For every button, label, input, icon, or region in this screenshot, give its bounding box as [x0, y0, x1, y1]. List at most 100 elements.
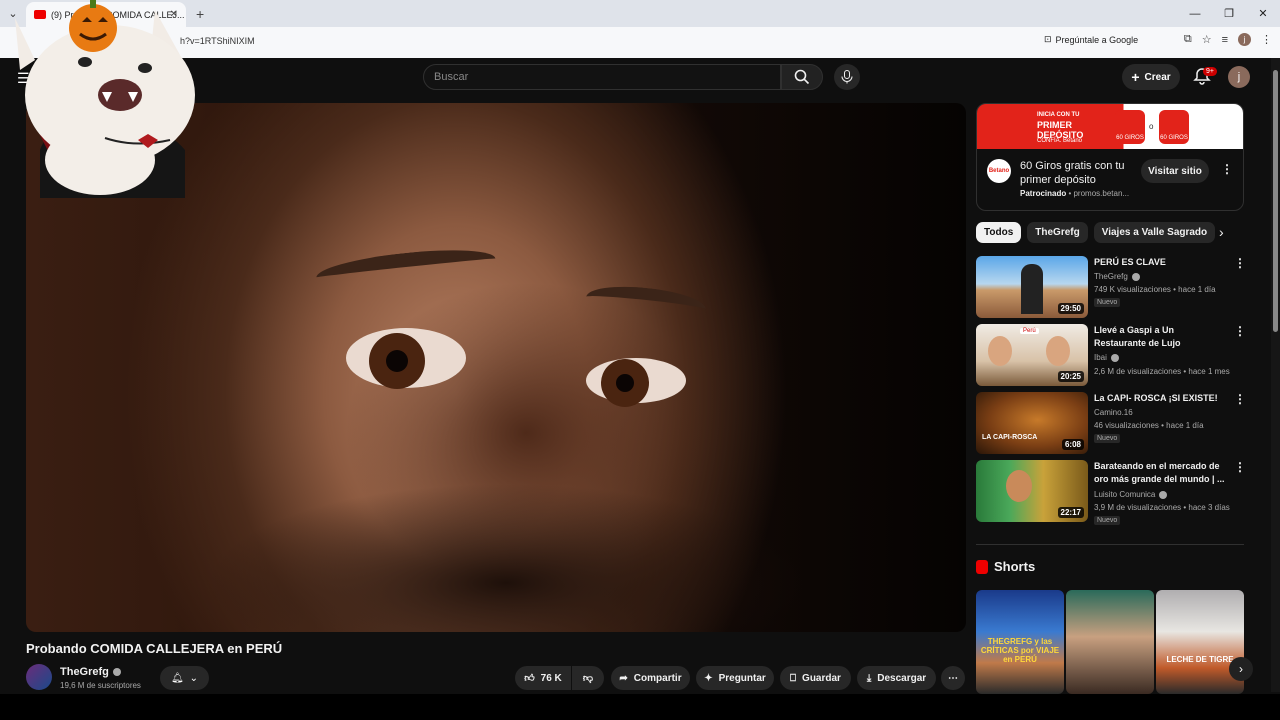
- chips-next-chevron-icon[interactable]: ›: [1219, 224, 1224, 240]
- bottom-bar: [0, 694, 1280, 720]
- ad-menu-icon[interactable]: ⋮: [1221, 162, 1233, 176]
- shorts-title: Shorts: [994, 559, 1036, 574]
- restore-icon[interactable]: ❐: [1212, 0, 1246, 27]
- video-menu-icon[interactable]: ⋮: [1234, 392, 1246, 406]
- video-frame-pupil: [616, 374, 634, 392]
- notifications-badge: 9+: [1203, 67, 1217, 76]
- ad-banner[interactable]: INICIA CON TU PRIMER DEPÓSITO CONFÍA. Be…: [977, 104, 1243, 149]
- thumbs-down-icon: 👎︎: [582, 673, 594, 684]
- chevron-down-icon: ⌄: [189, 672, 199, 684]
- bookmark-star-icon[interactable]: ☆: [1202, 33, 1212, 46]
- channel-name[interactable]: TheGrefg: [60, 666, 109, 678]
- video-meta: 3,9 M de visualizaciones • hace 3 días: [1094, 503, 1230, 512]
- chip-viajes[interactable]: Viajes a Valle Sagrado: [1093, 222, 1216, 243]
- short-caption: THEGREFG y las CRÍTICAS por VIAJE en PER…: [980, 637, 1060, 664]
- video-title[interactable]: Barateando en el mercado de oro más gran…: [1094, 460, 1228, 486]
- video-thumbnail[interactable]: LA CAPI-ROSCA 6:08: [976, 392, 1088, 454]
- video-thumbnail[interactable]: Perú 20:25: [976, 324, 1088, 386]
- video-thumbnail[interactable]: 29:50: [976, 256, 1088, 318]
- video-title[interactable]: Llevé a Gaspi a Un Restaurante de Lujo: [1094, 324, 1228, 350]
- save-button[interactable]: ⎕ Guardar: [780, 666, 851, 690]
- search-button[interactable]: [781, 64, 823, 90]
- dislike-button[interactable]: 👎︎: [572, 666, 604, 690]
- subscriber-count: 19,6 M de suscriptores: [60, 681, 141, 690]
- voice-search-button[interactable]: [834, 64, 860, 90]
- filter-chips: Todos TheGrefg Viajes a Valle Sagrado: [976, 222, 1216, 243]
- short-item[interactable]: THEGREFG y las CRÍTICAS por VIAJE en PER…: [976, 590, 1064, 694]
- ad-banner-line3: CONFÍA. Betano: [1037, 138, 1083, 144]
- plus-icon: +: [1131, 69, 1140, 85]
- browser-menu-icon[interactable]: ⋮: [1261, 33, 1272, 46]
- more-actions-button[interactable]: ⋯: [941, 666, 965, 690]
- recommendation-item[interactable]: 29:50 PERÚ ES CLAVE TheGrefg 749 K visua…: [976, 256, 1246, 318]
- account-avatar[interactable]: j: [1228, 66, 1250, 88]
- ask-label: Preguntar: [718, 672, 766, 684]
- video-meta: 2,6 M de visualizaciones • hace 1 mes: [1094, 367, 1230, 376]
- mic-icon: [841, 70, 853, 84]
- thumb-caption: LA CAPI-ROSCA: [982, 434, 1038, 441]
- video-title[interactable]: PERÚ ES CLAVE: [1094, 256, 1228, 269]
- minimize-icon[interactable]: —: [1178, 0, 1212, 27]
- create-label: Crear: [1144, 71, 1171, 83]
- channel-name-wrap[interactable]: TheGrefg: [60, 666, 121, 678]
- verified-icon: [1159, 490, 1168, 499]
- video-channel-name: TheGrefg: [1094, 272, 1128, 281]
- like-count: 76 K: [540, 672, 562, 684]
- ad-domain: promos.betan...: [1073, 189, 1130, 198]
- verified-icon: [1110, 353, 1119, 362]
- short-item[interactable]: LECHE DE TIGRE: [1156, 590, 1244, 694]
- download-button[interactable]: ⤓ Descargar: [857, 666, 936, 690]
- recommendation-item[interactable]: Perú 20:25 Llevé a Gaspi a Un Restaurant…: [976, 324, 1246, 386]
- video-frame-pupil: [386, 350, 408, 372]
- reading-list-icon[interactable]: ≡: [1222, 34, 1228, 46]
- short-item[interactable]: [1066, 590, 1154, 694]
- ad-sponsor-line: Patrocinado • promos.betan...: [1020, 189, 1130, 198]
- lens-icon: ⊡: [1044, 34, 1052, 44]
- ad-coin-1: 60 GIROS: [1115, 110, 1145, 144]
- video-menu-icon[interactable]: ⋮: [1234, 324, 1246, 338]
- ad-title[interactable]: 60 Giros gratis con tu primer depósito: [1020, 159, 1130, 187]
- ad-card[interactable]: INICIA CON TU PRIMER DEPÓSITO CONFÍA. Be…: [976, 103, 1244, 211]
- visit-site-button[interactable]: Visitar sitio: [1141, 159, 1209, 183]
- chip-thegrefg[interactable]: TheGrefg: [1027, 222, 1088, 243]
- download-icon: ⤓: [866, 672, 872, 684]
- cat-sticker-overlay: [10, 0, 200, 198]
- video-channel: Camino.16: [1094, 408, 1133, 417]
- window-controls: — ❐ ✕: [1178, 0, 1280, 27]
- scrollbar[interactable]: [1271, 58, 1280, 692]
- new-badge: Nuevo: [1094, 434, 1121, 443]
- video-duration: 29:50: [1057, 303, 1084, 314]
- ad-coin-or: o: [1149, 122, 1154, 131]
- create-button[interactable]: + Crear: [1122, 64, 1180, 90]
- recommendation-item[interactable]: 22:17 Barateando en el mercado de oro má…: [976, 460, 1246, 525]
- video-duration: 22:17: [1057, 507, 1084, 518]
- ad-logo: Betano: [987, 159, 1011, 183]
- ad-banner-text: INICIA CON TU PRIMER DEPÓSITO: [1037, 110, 1107, 140]
- ask-button[interactable]: ✦ Preguntar: [696, 666, 774, 690]
- shorts-heading: Shorts: [976, 559, 1035, 574]
- video-duration: 6:08: [1061, 439, 1084, 450]
- video-title[interactable]: La CAPI- ROSCA ¡SI EXISTE!: [1094, 392, 1228, 405]
- share-button[interactable]: ➦ Compartir: [611, 666, 690, 690]
- video-thumbnail[interactable]: 22:17: [976, 460, 1088, 522]
- shorts-next-chevron-icon[interactable]: ›: [1229, 657, 1253, 681]
- recommendation-item[interactable]: LA CAPI-ROSCA 6:08 La CAPI- ROSCA ¡SI EX…: [976, 392, 1246, 454]
- new-badge: Nuevo: [1094, 298, 1121, 307]
- scrollbar-thumb[interactable]: [1273, 70, 1278, 332]
- search-input[interactable]: Buscar: [423, 64, 781, 90]
- chip-todos[interactable]: Todos: [976, 222, 1022, 243]
- install-icon[interactable]: ⧉: [1184, 33, 1192, 46]
- subscribed-notifications-button[interactable]: 🔔︎ ⌄: [160, 666, 209, 690]
- close-window-icon[interactable]: ✕: [1246, 0, 1280, 27]
- video-menu-icon[interactable]: ⋮: [1234, 256, 1246, 270]
- section-divider: [976, 544, 1244, 545]
- thumb-tag: Perú: [1020, 328, 1039, 334]
- ask-google-button[interactable]: ⊡ Pregúntale a Google: [1044, 34, 1138, 45]
- share-label: Compartir: [633, 672, 682, 684]
- more-horizontal-icon: ⋯: [948, 672, 958, 684]
- browser-profile-avatar[interactable]: j: [1238, 33, 1251, 46]
- channel-avatar[interactable]: [26, 664, 52, 690]
- like-button[interactable]: 👍︎ 76 K: [515, 666, 571, 690]
- video-frame-brow: [314, 243, 498, 293]
- video-menu-icon[interactable]: ⋮: [1234, 460, 1246, 474]
